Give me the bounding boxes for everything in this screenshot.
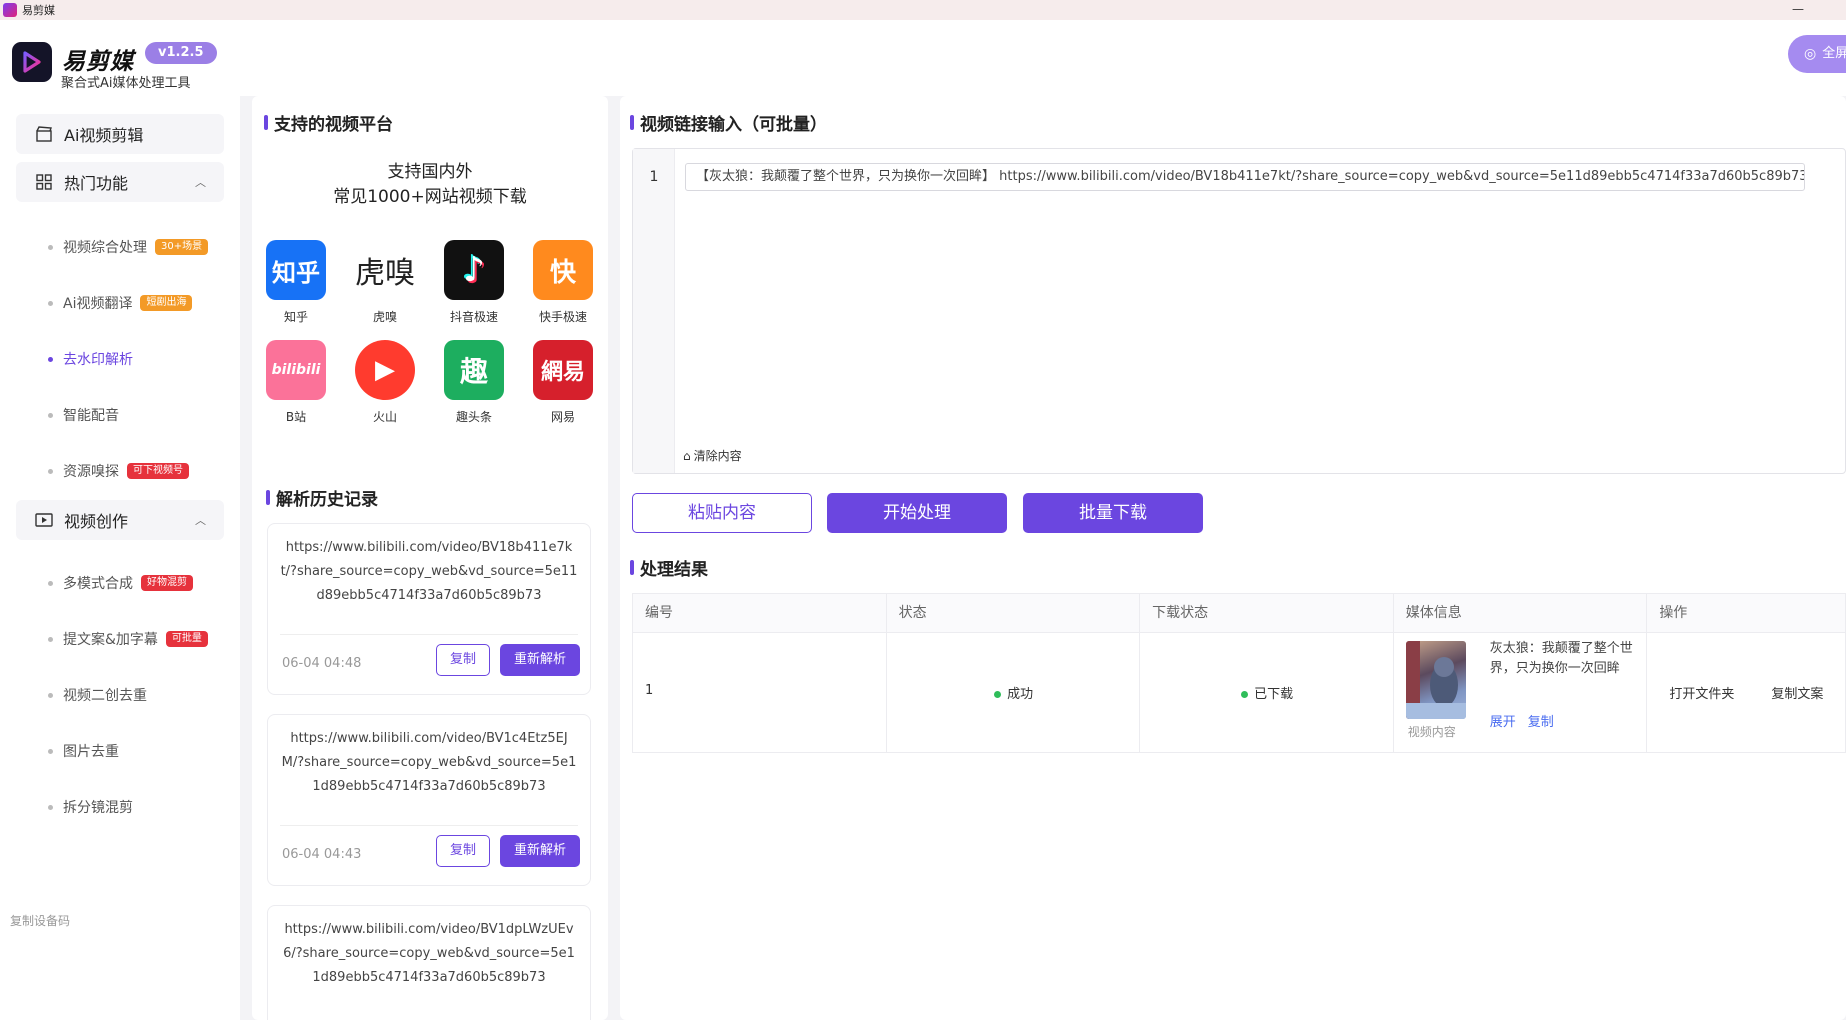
nav-shot-remix[interactable]: 拆分镜混剪 xyxy=(48,795,133,819)
netease-logo-icon: 網易 xyxy=(533,340,593,400)
results-table: 编号 状态 下载状态 媒体信息 操作 1 成功 已下载 视频内容 灰太狼：我颠覆… xyxy=(632,593,1846,753)
video-thumbnail[interactable] xyxy=(1405,641,1466,719)
history-card: https://www.bilibili.com/video/BV18b411e… xyxy=(267,523,591,695)
history-card: https://www.bilibili.com/video/BV1c4Etz5… xyxy=(267,714,591,886)
eraser-icon: ⌂ xyxy=(683,448,691,463)
nav-video-processing[interactable]: 视频综合处理 30+场景 xyxy=(48,235,209,259)
settings-icon: ◎ xyxy=(1804,46,1817,62)
fullscreen-button[interactable]: ◎ 全屏 xyxy=(1788,35,1846,73)
sidebar: Ai视频剪辑 热门功能 ︿ 视频综合处理 30+场景 Ai视频翻译 短剧出海 去… xyxy=(0,96,240,1020)
batch-download-button[interactable]: 批量下载 xyxy=(1023,493,1203,533)
copy-button[interactable]: 复制 xyxy=(436,835,490,867)
results-title: 处理结果 xyxy=(630,555,708,580)
line-gutter: 1 xyxy=(633,149,675,473)
support-text: 支持国内外 常见1000+网站视频下载 xyxy=(333,162,527,207)
platform-douyin: ♪ 抖音极速 xyxy=(434,240,514,325)
platform-huoshan: ▶ 火山 xyxy=(345,340,425,425)
chevron-up-icon: ︿ xyxy=(195,514,206,527)
platform-qutoutiao: 趣 趣头条 xyxy=(434,340,514,425)
nav-video-creation[interactable]: 视频创作 ︿ xyxy=(16,500,224,540)
table-header: 编号 状态 下载状态 媒体信息 操作 xyxy=(633,594,1845,633)
col-download-status: 下载状态 xyxy=(1140,594,1394,632)
thumbnail-caption: 视频内容 xyxy=(1407,725,1456,739)
row-status: 成功 xyxy=(887,683,1141,702)
chevron-up-icon: ︿ xyxy=(195,176,206,189)
col-media-info: 媒体信息 xyxy=(1394,594,1648,632)
badge: 可批量 xyxy=(165,631,208,647)
app-logo-icon xyxy=(12,42,52,82)
nav-image-dedupe[interactable]: 图片去重 xyxy=(48,739,119,763)
version-badge: v1.2.5 xyxy=(145,42,217,64)
link-input-field[interactable]: 【灰太狼：我颠覆了整个世界，只为换你一次回眸】 https://www.bili… xyxy=(685,163,1805,191)
clapperboard-icon xyxy=(34,124,54,144)
nav-watermark-removal[interactable]: 去水印解析 xyxy=(48,347,133,371)
qutoutiao-logo-icon: 趣 xyxy=(444,340,504,400)
nav-smart-dubbing[interactable]: 智能配音 xyxy=(48,403,119,427)
input-section-title: 视频链接输入（可批量） xyxy=(630,110,827,135)
table-row: 1 成功 已下载 视频内容 灰太狼：我颠覆了整个世界，只为换你一次回眸 展开 复… xyxy=(633,633,1845,752)
badge: 好物混剪 xyxy=(141,575,193,591)
col-actions: 操作 xyxy=(1659,605,1688,621)
row-id: 1 xyxy=(645,683,654,698)
badge: 可下视频号 xyxy=(127,463,189,479)
platform-netease: 網易 网易 xyxy=(523,340,603,425)
badge: 短剧出海 xyxy=(140,295,193,311)
history-time: 06-04 04:43 xyxy=(282,847,362,862)
window-titlebar: 易剪媒 — xyxy=(0,0,1846,20)
nav-hot-features[interactable]: 热门功能 ︿ xyxy=(16,162,224,202)
copy-button[interactable]: 复制 xyxy=(436,644,490,676)
brand-name: 易剪媒 xyxy=(62,49,134,75)
nav-multi-compose[interactable]: 多模式合成 好物混剪 xyxy=(48,571,193,595)
window-title: 易剪媒 xyxy=(22,4,55,17)
app-mini-icon xyxy=(3,3,17,17)
history-url: https://www.bilibili.com/video/BV1c4Etz5… xyxy=(281,731,577,794)
clear-content-button[interactable]: ⌂ 清除内容 xyxy=(683,447,742,464)
copy-text-button[interactable]: 复制文案 xyxy=(1771,683,1823,702)
nav-ai-video-edit[interactable]: Ai视频剪辑 xyxy=(16,114,224,154)
app-header: 易剪媒 v1.2.5 聚合式Ai媒体处理工具 ◎ 全屏 xyxy=(0,20,1846,96)
tagline: 聚合式Ai媒体处理工具 xyxy=(61,76,191,91)
open-folder-button[interactable]: 打开文件夹 xyxy=(1669,683,1734,702)
copy-title-link[interactable]: 复制 xyxy=(1528,711,1554,730)
line-number: 1 xyxy=(649,169,659,185)
badge: 30+场景 xyxy=(155,239,209,255)
reparse-button[interactable]: 重新解析 xyxy=(500,644,580,676)
nav-subtitle[interactable]: 提文案&加字幕 可批量 xyxy=(48,627,208,651)
media-title: 灰太狼：我颠覆了整个世界，只为换你一次回眸 xyxy=(1489,641,1633,676)
history-time: 06-04 04:48 xyxy=(282,656,362,671)
nav-resource-sniff[interactable]: 资源嗅探 可下视频号 xyxy=(48,459,189,483)
platform-bilibili: bilibili B站 xyxy=(256,340,336,425)
platform-kuaishou: 快 快手极速 xyxy=(523,240,603,325)
kuaishou-logo-icon: 快 xyxy=(533,240,593,300)
zhihu-logo-icon: 知乎 xyxy=(266,240,326,300)
history-title: 解析历史记录 xyxy=(266,485,378,510)
col-id: 编号 xyxy=(633,594,887,632)
huoshan-logo-icon: ▶ xyxy=(355,340,415,400)
video-icon xyxy=(34,510,54,530)
history-url: https://www.bilibili.com/video/BV1dpLWzU… xyxy=(283,922,575,985)
copy-device-code-link[interactable]: 复制设备码 xyxy=(10,912,70,929)
history-card: https://www.bilibili.com/video/BV1dpLWzU… xyxy=(267,905,591,1020)
paste-button[interactable]: 粘贴内容 xyxy=(632,493,812,533)
bilibili-logo-icon: bilibili xyxy=(266,340,326,400)
nav-ai-translate[interactable]: Ai视频翻译 短剧出海 xyxy=(48,291,193,315)
expand-link[interactable]: 展开 xyxy=(1490,711,1516,730)
platform-zhihu: 知乎 知乎 xyxy=(256,240,336,325)
start-process-button[interactable]: 开始处理 xyxy=(827,493,1007,533)
history-url: https://www.bilibili.com/video/BV18b411e… xyxy=(280,540,578,603)
col-status: 状态 xyxy=(887,594,1141,632)
grid-icon xyxy=(34,172,54,192)
huxiu-logo-icon: 虎嗅 xyxy=(355,240,415,300)
success-dot-icon xyxy=(994,691,1002,698)
nav-video-dedupe[interactable]: 视频二创去重 xyxy=(48,683,147,707)
row-download-status: 已下载 xyxy=(1140,683,1394,702)
link-editor[interactable]: 1 【灰太狼：我颠覆了整个世界，只为换你一次回眸】 https://www.bi… xyxy=(632,148,1846,474)
platform-huxiu: 虎嗅 虎嗅 xyxy=(345,240,425,325)
platforms-title: 支持的视频平台 xyxy=(264,110,393,135)
success-dot-icon xyxy=(1241,691,1249,698)
reparse-button[interactable]: 重新解析 xyxy=(500,835,580,867)
minimize-button[interactable]: — xyxy=(1792,2,1804,16)
douyin-logo-icon: ♪ xyxy=(444,240,504,300)
